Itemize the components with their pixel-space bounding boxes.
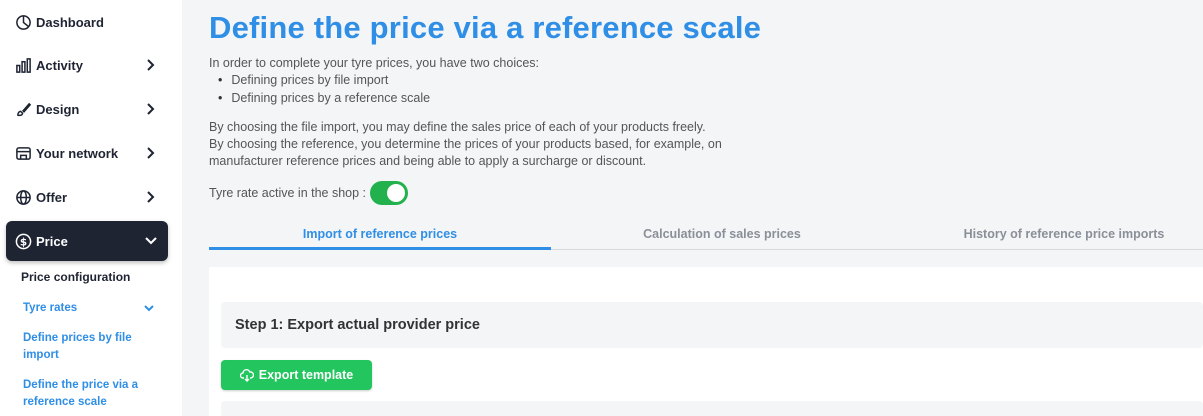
design-icon xyxy=(14,100,32,118)
toggle-label: Tyre rate active in the shop : xyxy=(209,186,367,200)
submenu-item-define-price-reference-scale[interactable]: Define the price via a reference scale xyxy=(23,377,163,411)
submenu-title: Price configuration xyxy=(21,270,131,284)
sidebar-item-label: Design xyxy=(36,101,80,117)
choices-list: Defining prices by file import Defining … xyxy=(218,71,430,107)
submenu-item-define-prices-file-import[interactable]: Define prices by file import xyxy=(23,330,163,364)
intro-text: In order to complete your tyre prices, y… xyxy=(209,56,540,70)
description-line-2: By choosing the reference, you determine… xyxy=(209,137,722,151)
sidebar-item-offer[interactable]: Offer xyxy=(6,177,168,217)
sidebar: Dashboard Activity Design Your network O… xyxy=(0,0,182,416)
tab-bar: Import of reference prices Calculation o… xyxy=(209,220,1203,250)
export-template-label: Export template xyxy=(258,368,354,382)
submenu-item-label: Tyre rates xyxy=(23,302,78,314)
import-panel: Step 1: Export actual provider price Exp… xyxy=(209,267,1203,416)
chevron-right-icon xyxy=(147,147,155,159)
sidebar-item-your-network[interactable]: Your network xyxy=(6,133,168,173)
chevron-down-icon xyxy=(144,305,154,312)
network-icon xyxy=(14,144,32,162)
chevron-right-icon xyxy=(147,191,155,203)
main-content: Define the price via a reference scale I… xyxy=(182,0,1203,416)
sidebar-item-label: Your network xyxy=(36,145,119,161)
tyre-rate-toggle-row: Tyre rate active in the shop : xyxy=(209,181,409,205)
sidebar-item-dashboard[interactable]: Dashboard xyxy=(6,2,168,42)
chevron-right-icon xyxy=(147,59,155,71)
globe-icon xyxy=(14,188,32,206)
page-title: Define the price via a reference scale xyxy=(209,10,762,45)
list-item: Defining prices by a reference scale xyxy=(218,89,430,107)
dashboard-icon xyxy=(14,13,32,31)
step-2-header xyxy=(221,401,1203,416)
chevron-down-icon xyxy=(145,237,157,245)
svg-text:$: $ xyxy=(19,236,26,248)
sidebar-item-design[interactable]: Design xyxy=(6,89,168,129)
export-template-button[interactable]: Export template xyxy=(221,360,372,390)
tab-calculation-sales-prices[interactable]: Calculation of sales prices xyxy=(551,220,893,250)
description-line-3: manufacturer reference prices and being … xyxy=(209,154,647,168)
cloud-download-icon xyxy=(239,368,254,382)
list-item: Defining prices by file import xyxy=(218,71,430,89)
chevron-right-icon xyxy=(147,103,155,115)
sidebar-item-label: Price xyxy=(36,233,68,249)
description-line-1: By choosing the file import, you may def… xyxy=(209,120,706,134)
submenu-item-tyre-rates[interactable]: Tyre rates xyxy=(23,300,169,317)
tab-import-reference-prices[interactable]: Import of reference prices xyxy=(209,220,551,250)
step-1-header: Step 1: Export actual provider price xyxy=(221,302,1203,348)
sidebar-item-price[interactable]: $ Price xyxy=(6,221,168,261)
tab-history-reference-imports[interactable]: History of reference price imports xyxy=(893,220,1203,250)
dollar-icon: $ xyxy=(14,232,32,250)
toggle-knob xyxy=(387,184,406,202)
tyre-rate-toggle[interactable] xyxy=(370,181,409,205)
sidebar-item-activity[interactable]: Activity xyxy=(6,45,168,85)
sidebar-item-label: Activity xyxy=(36,57,83,73)
sidebar-item-label: Dashboard xyxy=(36,14,104,30)
activity-icon xyxy=(14,56,32,74)
sidebar-item-label: Offer xyxy=(36,189,68,205)
